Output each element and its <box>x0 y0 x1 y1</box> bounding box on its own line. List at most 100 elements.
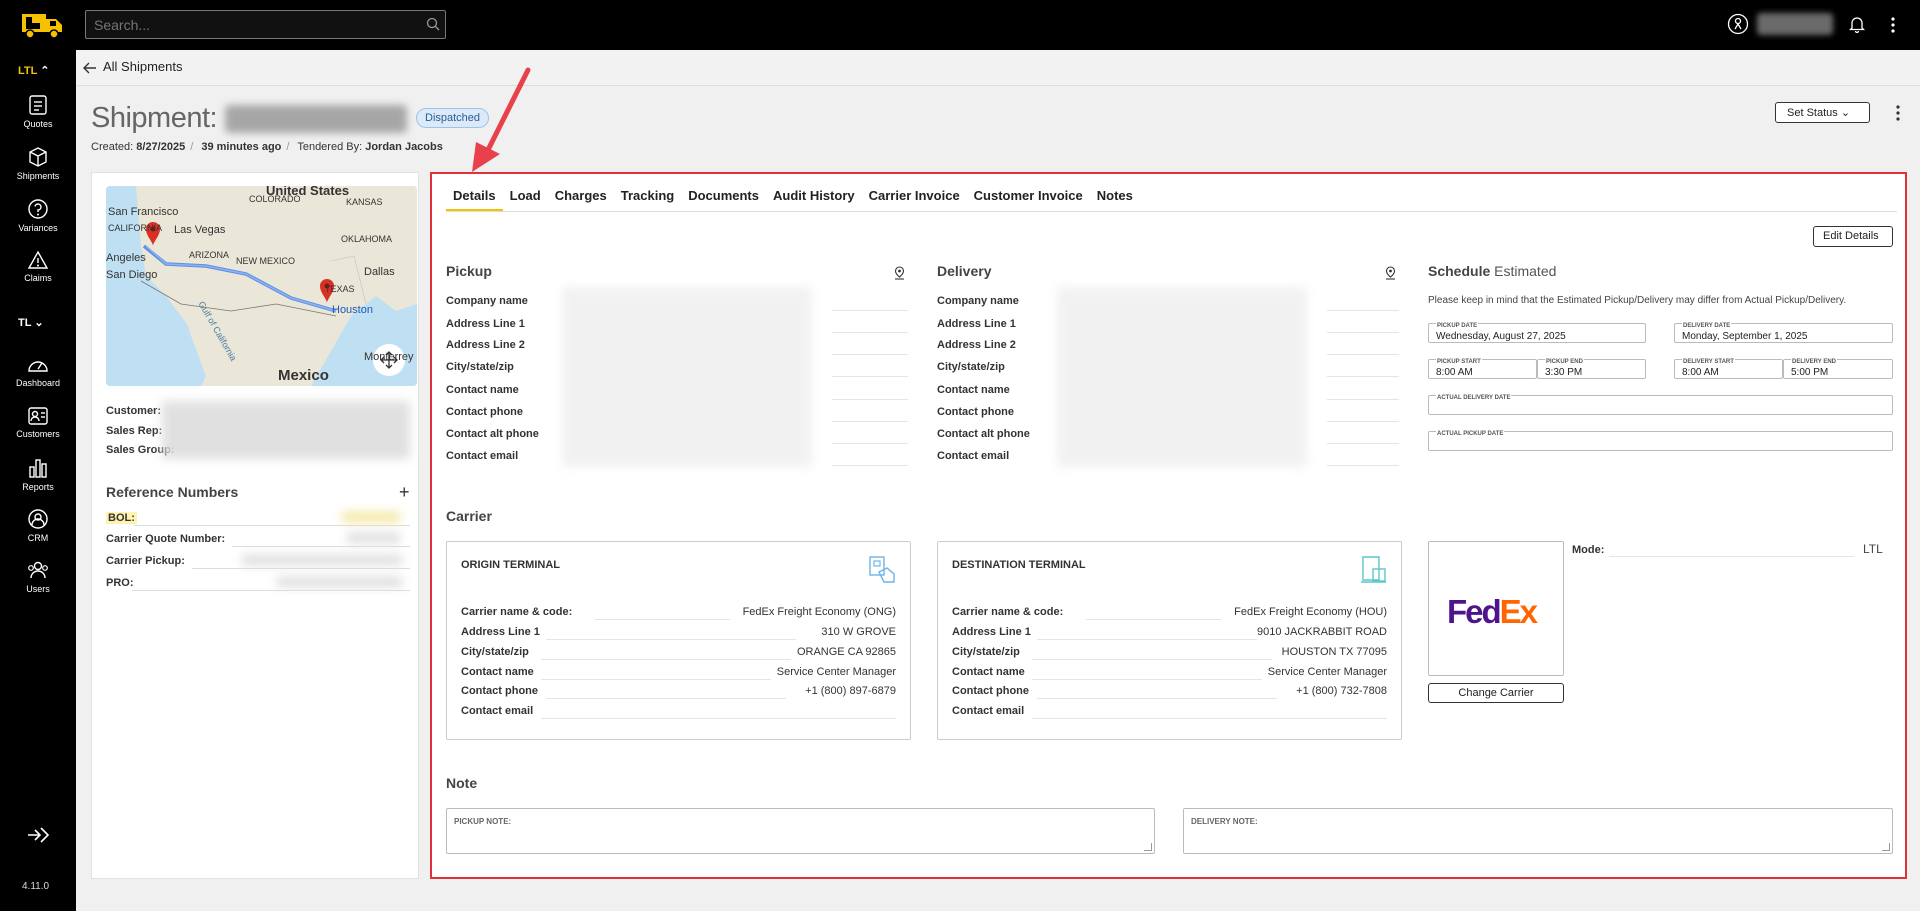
tab-charges[interactable]: Charges <box>548 187 614 212</box>
tab-details[interactable]: Details <box>446 187 503 212</box>
map-label: TEXAS <box>325 284 355 294</box>
route-map[interactable]: United States San Francisco Las Vegas CO… <box>106 186 417 386</box>
pickup-location-icon[interactable] <box>894 266 905 280</box>
origin-row-carrier: Carrier name & code: FedEx Freight Econom… <box>461 606 896 620</box>
sidebar-item-crm[interactable]: CRM <box>0 508 76 543</box>
origin-row-city: City/state/zip ORANGE CA 92865 <box>461 646 896 660</box>
delivery-location-icon[interactable] <box>1385 266 1396 280</box>
set-status-button[interactable]: Set Status ⌄ <box>1775 102 1870 123</box>
destination-row-contact-name: Contact name Service Center Manager <box>952 666 1387 680</box>
tendered-by: Jordan Jacobs <box>365 141 443 153</box>
pickup-address-1-label: Address Line 1 <box>446 318 525 330</box>
field-divider <box>1327 332 1399 333</box>
row-label: Contact email <box>952 705 1025 717</box>
schedule-title-text: Schedule <box>1428 263 1491 279</box>
tab-load[interactable]: Load <box>503 187 548 212</box>
actual-pickup-date-field[interactable]: ACTUAL PICKUP DATE <box>1428 431 1893 451</box>
edit-details-button[interactable]: Edit Details <box>1813 226 1893 247</box>
destination-terminal-icon <box>1361 556 1386 583</box>
sidebar-item-label: Reports <box>22 482 54 492</box>
delivery-end-label: DELIVERY END <box>1791 359 1838 365</box>
sidebar-item-reports[interactable]: Reports <box>0 457 76 492</box>
ref-divider <box>192 568 410 569</box>
customers-icon <box>28 407 48 425</box>
destination-row-carrier: Carrier name & code: FedEx Freight Econom… <box>952 606 1387 620</box>
tab-audit-history[interactable]: Audit History <box>766 187 862 212</box>
field-divider <box>832 443 908 444</box>
ref-row-bol: BOL: <box>106 512 137 524</box>
delivery-city-label: City/state/zip <box>937 361 1005 373</box>
ref-divider <box>132 590 410 591</box>
map-label: Houston <box>332 304 373 316</box>
sidebar-item-shipments[interactable]: Shipments <box>0 146 76 181</box>
sidebar-item-label: CRM <box>27 533 49 543</box>
pickup-values-redacted <box>562 287 812 467</box>
field-divider <box>832 310 908 311</box>
delivery-date-field[interactable]: DELIVERY DATE Monday, September 1, 2025 <box>1674 323 1893 343</box>
pickup-city-label: City/state/zip <box>446 361 514 373</box>
destination-terminal-card: DESTINATION TERMINAL Carrier name & code… <box>937 541 1402 740</box>
sidebar-item-customers[interactable]: Customers <box>0 406 76 439</box>
profile-icon[interactable] <box>1727 13 1749 35</box>
tab-documents[interactable]: Documents <box>681 187 766 212</box>
destination-row-contact-email: Contact email <box>952 705 1387 719</box>
actual-delivery-date-label: ACTUAL DELIVERY DATE <box>1436 395 1512 401</box>
carrier-title: Carrier <box>446 508 492 524</box>
sidebar-item-users[interactable]: Users <box>0 559 76 594</box>
tab-customer-invoice[interactable]: Customer Invoice <box>967 187 1090 212</box>
more-actions-icon[interactable] <box>1894 104 1902 122</box>
tabs-divider <box>446 211 1897 212</box>
sidebar-item-quotes[interactable]: Quotes <box>0 94 76 129</box>
row-value: +1 (800) 732-7808 <box>1296 685 1387 697</box>
pickup-end-field[interactable]: PICKUP END 3:30 PM <box>1537 359 1646 379</box>
chevron-down-icon: ⌄ <box>34 317 44 329</box>
app-version: 4.11.0 <box>22 881 50 892</box>
delivery-note-textarea[interactable]: DELIVERY NOTE: <box>1183 808 1893 854</box>
shipment-details-panel: Details Load Charges Tracking Documents … <box>430 172 1907 879</box>
tab-notes[interactable]: Notes <box>1090 187 1140 212</box>
resize-handle-icon[interactable] <box>1144 843 1152 851</box>
row-label: Carrier name & code: <box>461 606 573 618</box>
schedule-subtitle: Estimated <box>1494 263 1557 279</box>
back-link-label: All Shipments <box>103 59 183 74</box>
map-label: Angeles <box>106 252 146 264</box>
delivery-start-field[interactable]: DELIVERY START 8:00 AM <box>1674 359 1783 379</box>
sidebar-item-claims[interactable]: Claims <box>0 250 76 283</box>
row-label: Contact email <box>461 705 534 717</box>
pickup-start-field[interactable]: PICKUP START 8:00 AM <box>1428 359 1537 379</box>
user-name[interactable] <box>1757 13 1833 35</box>
bell-icon[interactable] <box>1849 15 1865 33</box>
field-divider <box>1327 376 1399 377</box>
chevron-down-icon: ⌄ <box>1840 107 1851 119</box>
logo-truck-icon[interactable] <box>18 12 66 40</box>
pickup-date-field[interactable]: PICKUP DATE Wednesday, August 27, 2025 <box>1428 323 1646 343</box>
pickup-note-textarea[interactable]: PICKUP NOTE: <box>446 808 1155 854</box>
delivery-contact-phone-label: Contact phone <box>937 406 1014 418</box>
tl-mode-toggle[interactable]: TL ⌄ <box>18 316 44 329</box>
resize-handle-icon[interactable] <box>1882 843 1890 851</box>
change-carrier-button[interactable]: Change Carrier <box>1428 683 1564 703</box>
delivery-date-label: DELIVERY DATE <box>1682 323 1732 329</box>
delivery-date-value: Monday, September 1, 2025 <box>1682 331 1808 342</box>
actual-delivery-date-field[interactable]: ACTUAL DELIVERY DATE <box>1428 395 1893 415</box>
pickup-value-redacted <box>242 555 402 565</box>
ltl-mode-toggle[interactable]: LTL ⌃ <box>18 64 49 77</box>
field-divider <box>1327 354 1399 355</box>
expand-sidebar-icon[interactable] <box>26 825 50 845</box>
destination-row-city: City/state/zip HOUSTON TX 77095 <box>952 646 1387 660</box>
fedex-logo-ex: Ex <box>1499 593 1538 630</box>
delivery-address-1-label: Address Line 1 <box>937 318 1016 330</box>
back-to-all-shipments-link[interactable]: All Shipments <box>83 59 182 74</box>
pickup-end-label: PICKUP END <box>1545 359 1584 365</box>
sidebar-item-dashboard[interactable]: Dashboard <box>0 355 76 388</box>
search-input[interactable] <box>85 10 446 39</box>
map-label: Monterrey <box>364 351 414 363</box>
sidebar-item-variances[interactable]: Variances <box>0 198 76 233</box>
search-icon[interactable] <box>426 17 440 31</box>
add-reference-icon[interactable]: + <box>399 482 410 503</box>
tab-tracking[interactable]: Tracking <box>614 187 681 212</box>
more-menu-icon[interactable] <box>1889 15 1897 35</box>
origin-terminal-icon <box>869 556 895 583</box>
tab-carrier-invoice[interactable]: Carrier Invoice <box>862 187 967 212</box>
delivery-end-field[interactable]: DELIVERY END 5:00 PM <box>1783 359 1893 379</box>
